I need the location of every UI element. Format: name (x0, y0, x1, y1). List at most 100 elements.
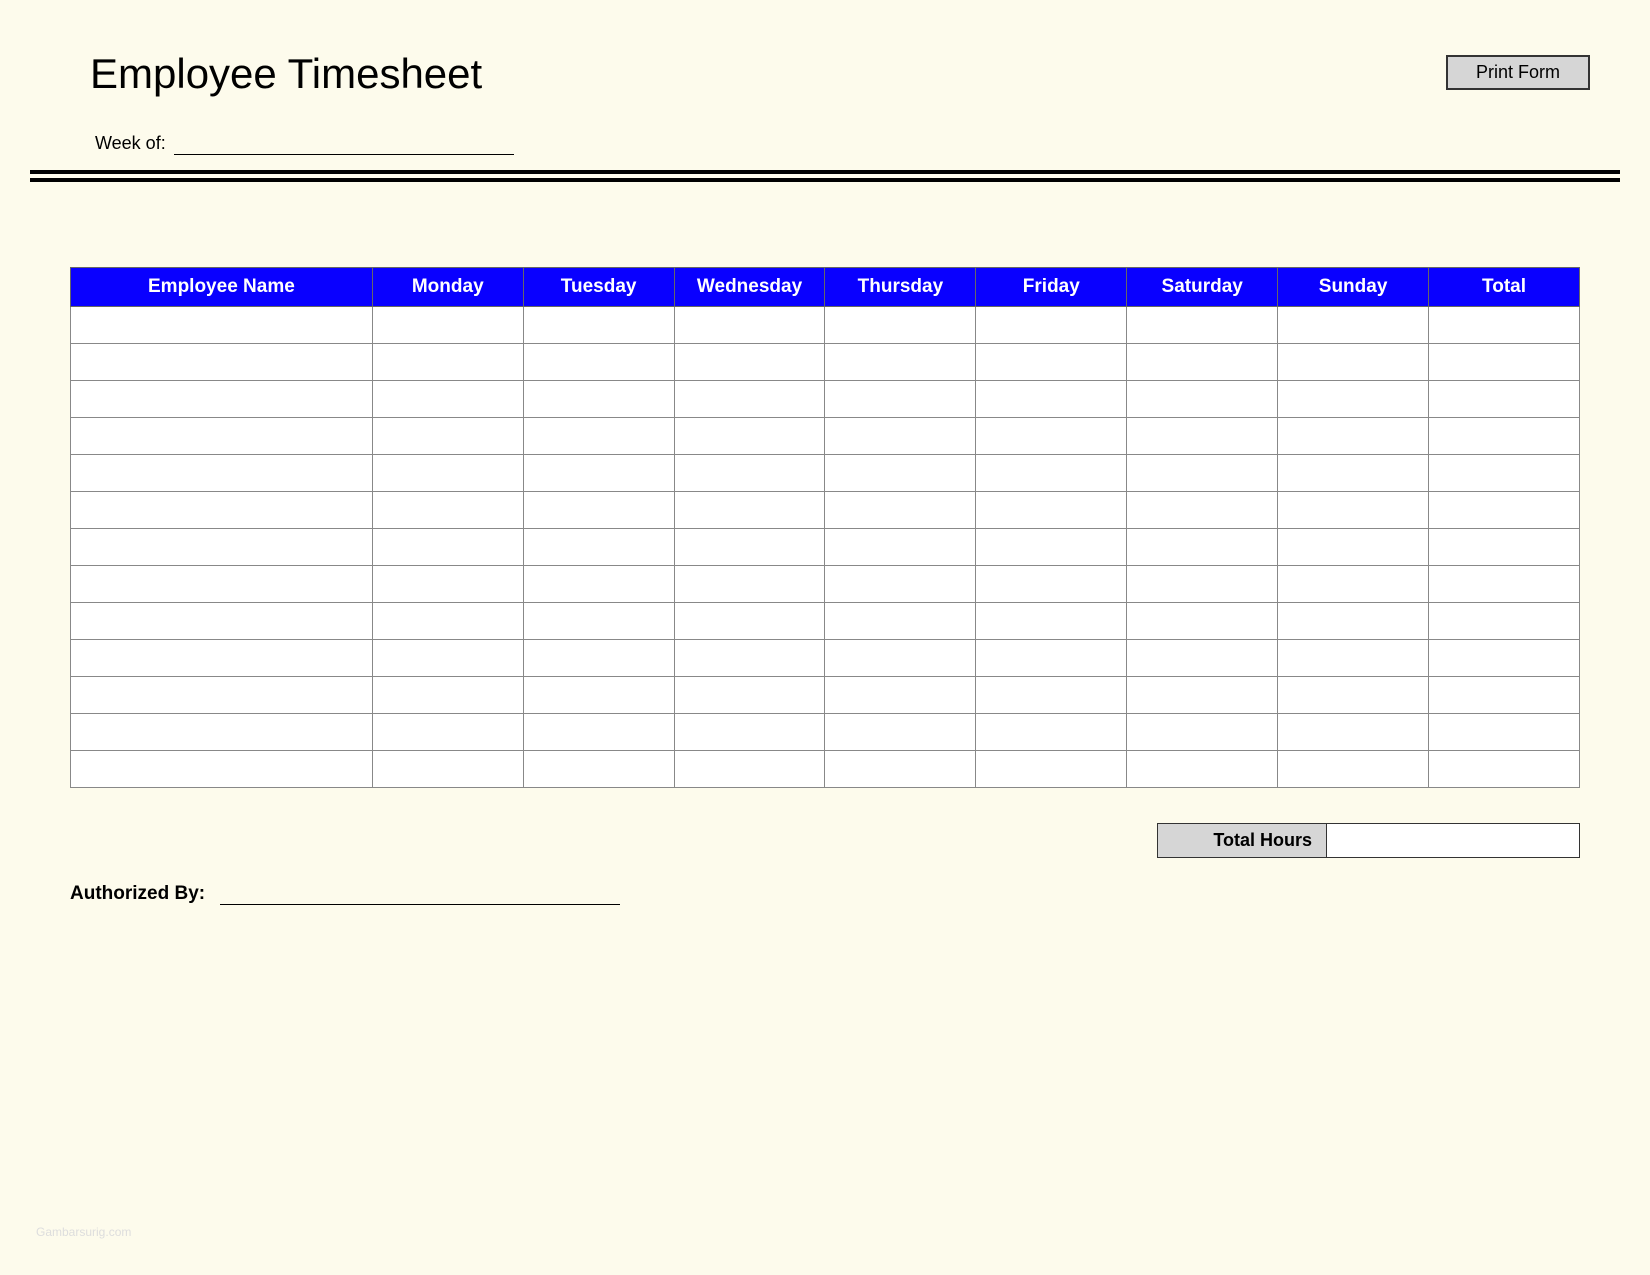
cell-input[interactable] (377, 640, 519, 676)
cell-input[interactable] (528, 714, 670, 750)
authorized-by-input[interactable] (220, 883, 620, 905)
cell-input[interactable] (75, 455, 368, 491)
cell-input[interactable] (1131, 751, 1273, 787)
cell-input[interactable] (829, 381, 971, 417)
cell-input[interactable] (1282, 566, 1424, 602)
cell-input[interactable] (75, 603, 368, 639)
cell-input[interactable] (1433, 344, 1575, 380)
cell-input[interactable] (829, 714, 971, 750)
cell-input[interactable] (829, 344, 971, 380)
cell-input[interactable] (1131, 603, 1273, 639)
cell-input[interactable] (980, 344, 1122, 380)
cell-input[interactable] (528, 455, 670, 491)
cell-input[interactable] (679, 603, 821, 639)
cell-input[interactable] (1282, 751, 1424, 787)
cell-input[interactable] (829, 751, 971, 787)
cell-input[interactable] (1433, 492, 1575, 528)
cell-input[interactable] (377, 714, 519, 750)
cell-input[interactable] (679, 418, 821, 454)
cell-input[interactable] (75, 492, 368, 528)
cell-input[interactable] (679, 566, 821, 602)
cell-input[interactable] (528, 751, 670, 787)
print-form-button[interactable]: Print Form (1446, 55, 1590, 90)
cell-input[interactable] (75, 677, 368, 713)
cell-input[interactable] (377, 307, 519, 343)
cell-input[interactable] (1282, 492, 1424, 528)
cell-input[interactable] (1433, 714, 1575, 750)
cell-input[interactable] (1433, 307, 1575, 343)
cell-input[interactable] (377, 381, 519, 417)
cell-input[interactable] (1433, 603, 1575, 639)
cell-input[interactable] (75, 344, 368, 380)
cell-input[interactable] (679, 492, 821, 528)
cell-input[interactable] (528, 677, 670, 713)
cell-input[interactable] (1433, 381, 1575, 417)
cell-input[interactable] (75, 381, 368, 417)
cell-input[interactable] (679, 714, 821, 750)
cell-input[interactable] (679, 307, 821, 343)
cell-input[interactable] (377, 603, 519, 639)
total-hours-input[interactable] (1337, 830, 1569, 851)
cell-input[interactable] (1433, 640, 1575, 676)
cell-input[interactable] (75, 751, 368, 787)
cell-input[interactable] (528, 566, 670, 602)
cell-input[interactable] (980, 714, 1122, 750)
cell-input[interactable] (1131, 307, 1273, 343)
cell-input[interactable] (679, 640, 821, 676)
cell-input[interactable] (377, 529, 519, 565)
cell-input[interactable] (75, 566, 368, 602)
cell-input[interactable] (1282, 455, 1424, 491)
cell-input[interactable] (377, 492, 519, 528)
cell-input[interactable] (829, 307, 971, 343)
cell-input[interactable] (1433, 455, 1575, 491)
cell-input[interactable] (679, 381, 821, 417)
cell-input[interactable] (980, 418, 1122, 454)
cell-input[interactable] (1282, 344, 1424, 380)
cell-input[interactable] (377, 455, 519, 491)
cell-input[interactable] (980, 603, 1122, 639)
cell-input[interactable] (980, 566, 1122, 602)
cell-input[interactable] (829, 529, 971, 565)
cell-input[interactable] (980, 381, 1122, 417)
cell-input[interactable] (1282, 677, 1424, 713)
cell-input[interactable] (679, 455, 821, 491)
cell-input[interactable] (679, 677, 821, 713)
cell-input[interactable] (1282, 603, 1424, 639)
cell-input[interactable] (75, 307, 368, 343)
cell-input[interactable] (528, 418, 670, 454)
cell-input[interactable] (980, 640, 1122, 676)
cell-input[interactable] (528, 344, 670, 380)
cell-input[interactable] (679, 344, 821, 380)
cell-input[interactable] (829, 566, 971, 602)
cell-input[interactable] (829, 677, 971, 713)
cell-input[interactable] (1131, 455, 1273, 491)
cell-input[interactable] (528, 603, 670, 639)
cell-input[interactable] (528, 307, 670, 343)
cell-input[interactable] (1131, 418, 1273, 454)
cell-input[interactable] (377, 566, 519, 602)
cell-input[interactable] (1282, 307, 1424, 343)
cell-input[interactable] (1282, 714, 1424, 750)
cell-input[interactable] (1282, 640, 1424, 676)
cell-input[interactable] (980, 492, 1122, 528)
cell-input[interactable] (1131, 677, 1273, 713)
cell-input[interactable] (980, 455, 1122, 491)
cell-input[interactable] (75, 529, 368, 565)
cell-input[interactable] (75, 640, 368, 676)
cell-input[interactable] (1433, 418, 1575, 454)
cell-input[interactable] (528, 381, 670, 417)
cell-input[interactable] (377, 344, 519, 380)
cell-input[interactable] (1282, 381, 1424, 417)
cell-input[interactable] (829, 603, 971, 639)
cell-input[interactable] (980, 307, 1122, 343)
cell-input[interactable] (1433, 751, 1575, 787)
cell-input[interactable] (679, 529, 821, 565)
cell-input[interactable] (980, 529, 1122, 565)
cell-input[interactable] (679, 751, 821, 787)
cell-input[interactable] (829, 418, 971, 454)
cell-input[interactable] (1282, 529, 1424, 565)
cell-input[interactable] (377, 677, 519, 713)
cell-input[interactable] (528, 492, 670, 528)
cell-input[interactable] (1282, 418, 1424, 454)
cell-input[interactable] (377, 751, 519, 787)
